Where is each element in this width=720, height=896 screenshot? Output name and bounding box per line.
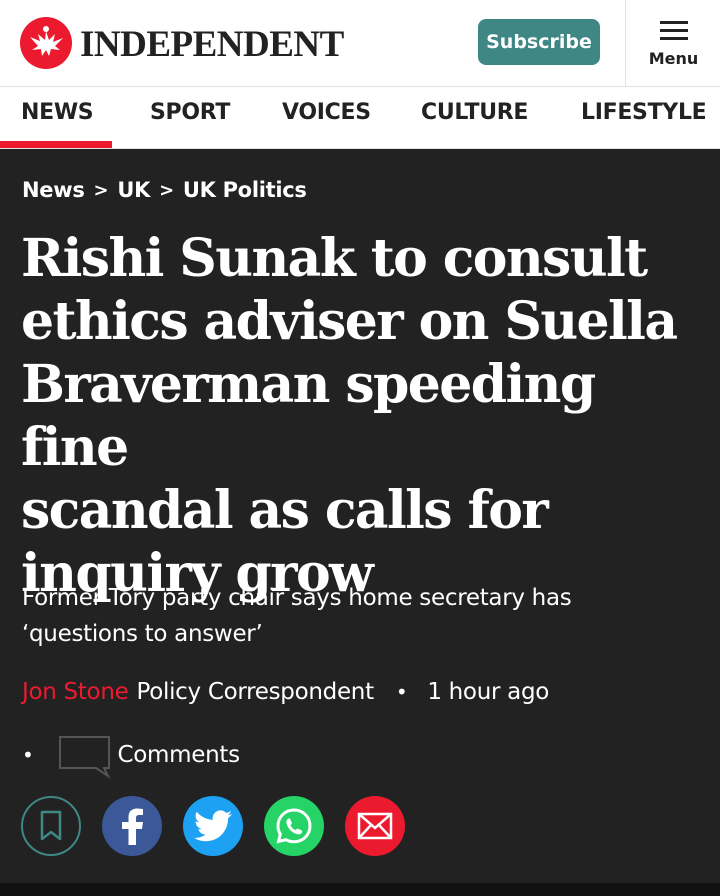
- author-role: Policy Correspondent: [136, 679, 374, 705]
- site-logo[interactable]: INDEPENDENT: [20, 17, 344, 69]
- menu-label: Menu: [648, 49, 699, 68]
- nav-item-news[interactable]: NEWS: [21, 87, 94, 149]
- standfirst-line: ‘questions to answer’: [22, 621, 263, 647]
- share-facebook-button[interactable]: [102, 796, 162, 856]
- site-header: INDEPENDENT Subscribe Menu: [0, 0, 720, 87]
- bullet-separator: •: [22, 743, 34, 767]
- nav-item-lifestyle[interactable]: LIFESTYLE: [581, 87, 707, 149]
- headline-line: Rishi Sunak to consult: [21, 228, 648, 289]
- menu-button[interactable]: Menu: [625, 0, 720, 87]
- active-nav-indicator: [0, 141, 112, 148]
- section-nav: NEWS SPORT VOICES CULTURE LIFESTYLE: [0, 87, 720, 149]
- nav-item-sport[interactable]: SPORT: [150, 87, 230, 149]
- standfirst-line: Former Tory party chair says home secret…: [22, 585, 572, 611]
- article-header: News > UK > UK Politics Rishi Sunak to c…: [0, 149, 720, 896]
- share-email-button[interactable]: [345, 796, 405, 856]
- headline-line: ethics adviser on Suella: [21, 291, 678, 352]
- twitter-bird-icon: [194, 810, 232, 842]
- byline: Jon Stone Policy Correspondent • 1 hour …: [22, 679, 549, 705]
- breadcrumb-uk[interactable]: UK: [117, 178, 150, 202]
- eagle-logo-icon: [20, 17, 72, 69]
- bottom-bar: [0, 883, 720, 896]
- share-twitter-button[interactable]: [183, 796, 243, 856]
- headline-line: Braverman speeding fine: [21, 354, 596, 478]
- nav-item-culture[interactable]: CULTURE: [421, 87, 528, 149]
- facebook-icon: [122, 808, 143, 845]
- breadcrumb-news[interactable]: News: [22, 178, 85, 202]
- article-headline: Rishi Sunak to consult ethics adviser on…: [21, 227, 701, 605]
- whatsapp-icon: [276, 808, 312, 844]
- envelope-icon: [357, 812, 393, 840]
- breadcrumb-separator: >: [159, 179, 174, 201]
- breadcrumb-uk-politics[interactable]: UK Politics: [183, 178, 307, 202]
- breadcrumb: News > UK > UK Politics: [22, 178, 307, 202]
- comments-label: Comments: [117, 742, 241, 768]
- bookmark-button[interactable]: [21, 796, 81, 856]
- comment-bubble-icon: [58, 736, 111, 779]
- bullet-separator: •: [395, 680, 408, 704]
- headline-line: scandal as calls for: [21, 480, 549, 541]
- comments-link[interactable]: • Comments: [22, 731, 240, 779]
- logo-wordmark: INDEPENDENT: [80, 23, 344, 65]
- share-bar: [21, 796, 426, 856]
- hamburger-icon: [660, 21, 688, 40]
- article-standfirst: Former Tory party chair says home secret…: [22, 580, 662, 652]
- share-whatsapp-button[interactable]: [264, 796, 324, 856]
- publish-time: 1 hour ago: [427, 679, 550, 705]
- subscribe-button[interactable]: Subscribe: [478, 19, 600, 65]
- breadcrumb-separator: >: [93, 179, 109, 201]
- nav-item-voices[interactable]: VOICES: [282, 87, 371, 149]
- author-link[interactable]: Jon Stone: [22, 679, 129, 705]
- bookmark-icon: [40, 810, 62, 841]
